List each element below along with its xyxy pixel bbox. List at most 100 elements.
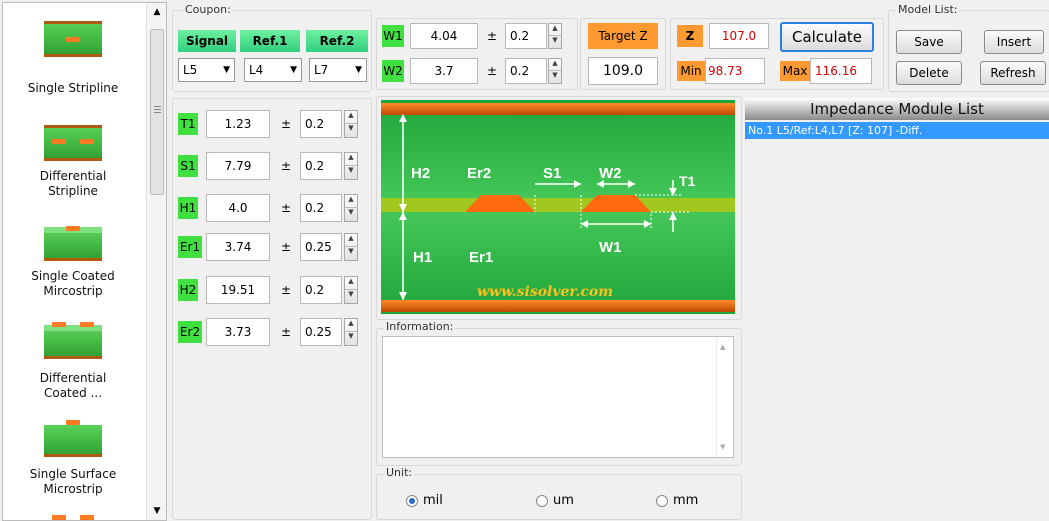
- er1-tolerance-field[interactable]: 0.25: [300, 233, 342, 261]
- target-z-label: Target Z: [588, 23, 658, 49]
- diagram-label-t1: T1: [679, 173, 696, 189]
- information-scrollbar[interactable]: ▲ ▼: [716, 337, 733, 457]
- impedance-list-header: Impedance Module List: [745, 98, 1049, 120]
- h2-label: H2: [178, 279, 198, 301]
- er1-tolerance-spinner[interactable]: ▲ ▼: [344, 233, 358, 261]
- radio-icon: [656, 494, 668, 507]
- diagram-label-w2: W2: [599, 165, 622, 182]
- h1-label: H1: [178, 197, 198, 219]
- signal-label: Signal: [178, 30, 236, 52]
- w2-tolerance-spinner[interactable]: ▲ ▼: [548, 58, 562, 84]
- w2-tolerance-field[interactable]: 0.2: [505, 58, 547, 84]
- scroll-up-arrow-icon[interactable]: ▲: [147, 7, 166, 17]
- ref1-layer-select[interactable]: L4 ▼: [244, 58, 302, 82]
- t1-plus-minus: ±: [281, 117, 292, 131]
- w1-tolerance-spinner[interactable]: ▲ ▼: [548, 23, 562, 49]
- parameters-panel: [172, 98, 372, 520]
- differential-stripline-icon: [44, 121, 102, 165]
- w2-label: W2: [382, 60, 404, 82]
- impedance-module-list: Impedance Module List No.1 L5/Ref:L4,L7 …: [745, 98, 1049, 521]
- ref2-layer-select[interactable]: L7 ▼: [309, 58, 367, 82]
- diagram-label-er1: Er1: [469, 249, 493, 266]
- information-textarea[interactable]: ▲ ▼: [382, 336, 734, 458]
- w1-tolerance-field[interactable]: 0.2: [505, 23, 547, 49]
- h1-tolerance-field[interactable]: 0.2: [300, 194, 342, 222]
- s1-tolerance-field[interactable]: 0.2: [300, 152, 342, 180]
- scroll-down-arrow-icon[interactable]: ▼: [720, 443, 725, 451]
- w2-value-field[interactable]: 3.7: [410, 58, 478, 84]
- delete-button[interactable]: Delete: [896, 61, 962, 85]
- single-coated-microstrip-icon: [44, 221, 102, 265]
- sidebar-item-label: Differential Coated ...: [39, 371, 107, 400]
- cross-section-diagram: H2 Er2 S1 W2 T1 W1 H1 Er1 www.sisolver.c…: [381, 100, 735, 314]
- sidebar-item-differential-coated[interactable]: Differential Coated ...: [3, 319, 143, 409]
- er2-tolerance-spinner[interactable]: ▲ ▼: [344, 318, 358, 346]
- scroll-up-arrow-icon[interactable]: ▲: [720, 343, 725, 351]
- impedance-list-row[interactable]: No.1 L5/Ref:L4,L7 [Z: 107] -Diff.: [745, 122, 1049, 139]
- s1-label: S1: [178, 155, 198, 177]
- unit-option-um[interactable]: um: [536, 493, 574, 508]
- target-z-field[interactable]: 109.0: [588, 57, 658, 85]
- information-legend: Information:: [384, 320, 456, 333]
- h2-tolerance-field[interactable]: 0.2: [300, 276, 342, 304]
- insert-button[interactable]: Insert: [984, 30, 1044, 54]
- er2-tolerance-field[interactable]: 0.25: [300, 318, 342, 346]
- sidebar-item-differential-stripline[interactable]: Differential Stripline: [3, 121, 143, 211]
- calculate-button[interactable]: Calculate: [780, 22, 874, 52]
- s1-tolerance-spinner[interactable]: ▲ ▼: [344, 152, 358, 180]
- diagram-label-s1: S1: [543, 165, 561, 182]
- diagram-label-h1: H1: [413, 249, 432, 266]
- h2-value-field[interactable]: 19.51: [206, 276, 270, 304]
- sidebar-item-partial-icon: [44, 513, 102, 520]
- sidebar-item-single-coated-microstrip[interactable]: Single Coated Mircostrip: [3, 221, 143, 311]
- s1-plus-minus: ±: [281, 159, 292, 173]
- unit-legend: Unit:: [384, 466, 415, 479]
- save-button[interactable]: Save: [896, 30, 962, 54]
- w1-value-field[interactable]: 4.04: [410, 23, 478, 49]
- refresh-button[interactable]: Refresh: [980, 61, 1046, 85]
- signal-layer-select[interactable]: L5 ▼: [178, 58, 235, 82]
- sidebar-item-label: Single Surface Microstrip: [29, 467, 117, 496]
- scroll-down-arrow-icon[interactable]: ▼: [147, 506, 166, 516]
- scrollbar-thumb[interactable]: [150, 29, 164, 195]
- chevron-down-icon: ▼: [290, 65, 297, 75]
- z-label: Z: [677, 25, 703, 47]
- chevron-down-icon: ▼: [223, 65, 230, 75]
- diagram-label-h2: H2: [411, 165, 430, 182]
- single-stripline-icon: [44, 17, 102, 61]
- h1-tolerance-spinner[interactable]: ▲ ▼: [344, 194, 358, 222]
- er2-plus-minus: ±: [281, 325, 292, 339]
- er2-value-field[interactable]: 3.73: [206, 318, 270, 346]
- diagram-label-w1: W1: [599, 239, 622, 256]
- unit-option-mil[interactable]: mil: [406, 493, 443, 508]
- chevron-down-icon: ▼: [355, 65, 362, 75]
- h1-value-field[interactable]: 4.0: [206, 194, 270, 222]
- min-value-field: 98.73: [705, 58, 765, 84]
- max-label: Max: [780, 61, 810, 81]
- radio-selected-icon: [406, 494, 418, 507]
- t1-label: T1: [178, 113, 198, 135]
- w2-plus-minus: ±: [487, 64, 498, 78]
- sidebar-item-label: Single Coated Mircostrip: [31, 269, 115, 298]
- t1-tolerance-field[interactable]: 0.2: [300, 110, 342, 138]
- coupon-legend: Coupon:: [183, 3, 233, 16]
- h2-plus-minus: ±: [281, 283, 292, 297]
- sidebar-scrollbar[interactable]: ▲ ▼: [146, 3, 166, 520]
- w1-label: W1: [382, 25, 404, 47]
- diagram-watermark: www.sisolver.com: [477, 284, 613, 300]
- h2-tolerance-spinner[interactable]: ▲ ▼: [344, 276, 358, 304]
- min-label: Min: [677, 61, 705, 81]
- ref2-label: Ref.2: [306, 30, 368, 52]
- unit-option-mm[interactable]: mm: [656, 493, 698, 508]
- sidebar-item-label: Differential Stripline: [39, 169, 107, 198]
- radio-icon: [536, 494, 548, 507]
- s1-value-field[interactable]: 7.79: [206, 152, 270, 180]
- t1-tolerance-spinner[interactable]: ▲ ▼: [344, 110, 358, 138]
- model-type-sidebar: Single Stripline Differential Stripline …: [2, 2, 167, 521]
- sidebar-item-label: Single Stripline: [27, 81, 119, 95]
- er1-value-field[interactable]: 3.74: [206, 233, 270, 261]
- sidebar-item-single-stripline[interactable]: Single Stripline: [3, 17, 143, 97]
- t1-value-field[interactable]: 1.23: [206, 110, 270, 138]
- er1-plus-minus: ±: [281, 240, 292, 254]
- sidebar-item-single-surface-microstrip[interactable]: Single Surface Microstrip: [3, 417, 143, 507]
